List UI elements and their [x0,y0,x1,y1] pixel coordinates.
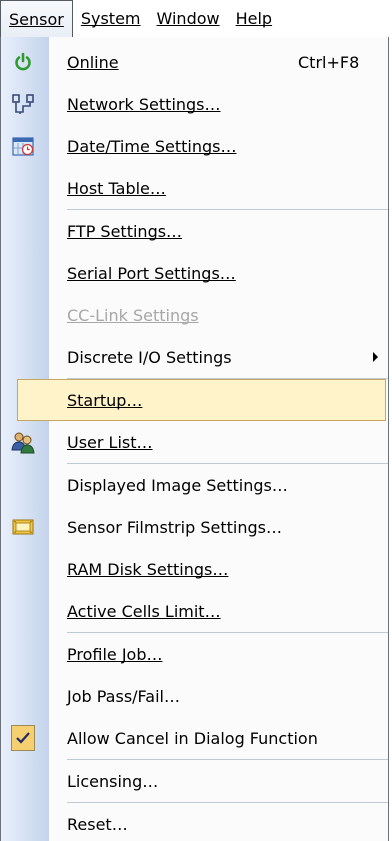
menu-item-label: Active Cells Limit… [67,601,221,621]
menu-window[interactable]: Window [149,0,228,37]
network-icon [11,92,35,116]
menu-item-label: Licensing… [67,771,159,791]
power-icon [11,50,35,74]
menu-item-displayed-image-settings[interactable]: Displayed Image Settings… [1,464,388,506]
menu-item-reset[interactable]: Reset… [1,803,388,841]
filmstrip-icon [11,515,35,539]
menu-item-label: RAM Disk Settings… [67,559,229,579]
menu-item-label: Startup… [67,390,143,410]
menu-item-label: Allow Cancel in Dialog Function [67,728,318,748]
menu-bar: Sensor System Window Help [0,0,392,37]
menu-item-label: Sensor Filmstrip Settings… [67,517,282,537]
menu-item-host-table[interactable]: Host Table… [1,167,388,209]
menu-item-label: FTP Settings… [67,221,183,241]
menu-item-label: Profile Job… [67,644,163,664]
menu-item-discrete-io-settings[interactable]: Discrete I/O Settings [1,336,388,378]
calendar-clock-icon [11,134,35,158]
menu-item-label: Job Pass/Fail… [67,686,180,706]
submenu-arrow-icon [373,352,378,362]
menu-item-label: User List… [67,432,153,452]
menu-item-label: CC-Link Settings [67,305,199,325]
menu-item-serial-port-settings[interactable]: Serial Port Settings… [1,252,388,294]
menu-item-label: Host Table… [67,178,166,198]
menu-item-ftp-settings[interactable]: FTP Settings… [1,210,388,252]
checkbox-checked[interactable] [11,725,35,751]
menu-item-user-list[interactable]: User List… [1,421,388,463]
checkmark-icon [16,732,30,744]
menu-item-label: Serial Port Settings… [67,263,236,283]
users-icon [11,430,35,454]
menu-item-label: Network Settings… [67,94,221,114]
menu-item-startup[interactable]: Startup… [17,379,386,421]
menu-item-label: Date/Time Settings… [67,136,237,156]
sensor-dropdown-menu: Online Ctrl+F8 Network Settings… Date/Ti… [0,37,389,841]
menu-help[interactable]: Help [228,0,280,37]
menu-item-licensing[interactable]: Licensing… [1,760,388,802]
menu-item-cc-link-settings: CC-Link Settings [1,294,388,336]
menu-item-label: Online [67,52,119,72]
menu-sensor[interactable]: Sensor [0,0,73,37]
menu-item-allow-cancel-in-dialog-function[interactable]: Allow Cancel in Dialog Function [1,717,388,759]
menu-item-active-cells-limit[interactable]: Active Cells Limit… [1,590,388,632]
menu-item-label: Discrete I/O Settings [67,347,232,367]
menu-item-label: Reset… [67,814,128,834]
menu-item-network-settings[interactable]: Network Settings… [1,83,388,125]
menu-item-label: Displayed Image Settings… [67,475,288,495]
menu-item-ram-disk-settings[interactable]: RAM Disk Settings… [1,548,388,590]
menu-system[interactable]: System [73,0,149,37]
menu-item-date-time-settings[interactable]: Date/Time Settings… [1,125,388,167]
menu-item-sensor-filmstrip-settings[interactable]: Sensor Filmstrip Settings… [1,506,388,548]
menu-item-job-pass-fail[interactable]: Job Pass/Fail… [1,675,388,717]
menu-item-profile-job[interactable]: Profile Job… [1,633,388,675]
shortcut-label: Ctrl+F8 [298,52,360,72]
menu-item-online[interactable]: Online Ctrl+F8 [1,41,388,83]
